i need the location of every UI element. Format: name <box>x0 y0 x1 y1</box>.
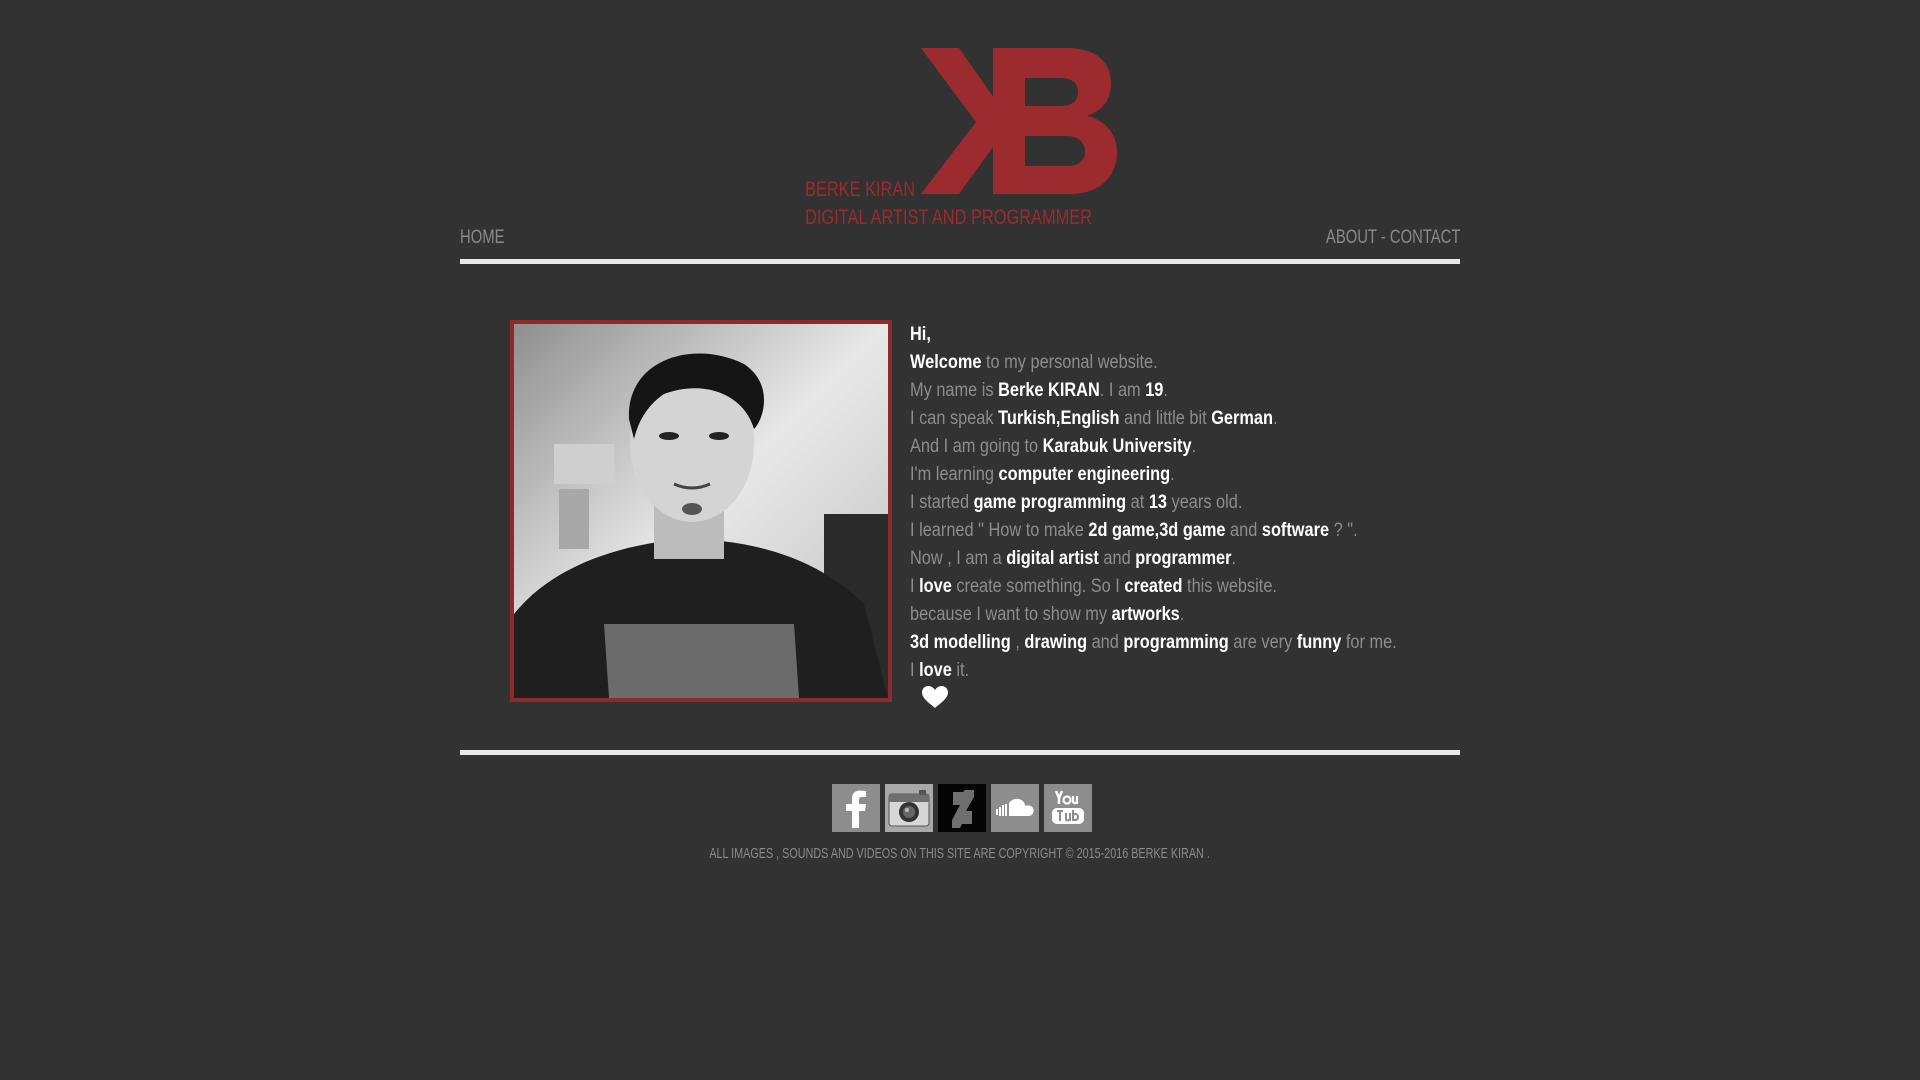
nav-home-link[interactable]: HOME <box>460 227 504 249</box>
bio-line: Hi, <box>910 324 931 345</box>
bio-text: Hi, Welcome to my personal website. My n… <box>910 321 1397 685</box>
bio-line: Now , I am a digital artist and programm… <box>910 548 1237 569</box>
top-divider <box>460 259 1460 264</box>
profile-photo <box>510 320 892 702</box>
nav-right: ABOUT - CONTACT <box>1326 227 1460 249</box>
soundcloud-icon[interactable] <box>991 784 1039 832</box>
bio-line: I love it. <box>910 660 970 681</box>
heart-icon <box>922 686 948 708</box>
nav-separator: - <box>1380 227 1386 248</box>
instagram-icon[interactable] <box>885 784 933 832</box>
deviantart-icon[interactable] <box>938 784 986 832</box>
kb-logo[interactable] <box>921 48 1117 194</box>
bio-line: I started game programming at 13 years o… <box>910 492 1243 513</box>
bio-line: I'm learning computer engineering. <box>910 464 1175 485</box>
page: BERKE KIRAN DIGITAL ARTIST AND PROGRAMME… <box>0 0 1920 1080</box>
brand-name: BERKE KIRAN <box>805 178 916 201</box>
brand-tagline: DIGITAL ARTIST AND PROGRAMMER <box>805 206 1093 229</box>
nav-contact-link[interactable]: CONTACT <box>1389 227 1460 248</box>
bio-line: My name is Berke KIRAN. I am 19. <box>910 380 1168 401</box>
bio-line: I can speak Turkish,English and little b… <box>910 408 1278 429</box>
brand-text: BERKE KIRAN DIGITAL ARTIST AND PROGRAMME… <box>805 176 1092 232</box>
copyright-text: ALL IMAGES , SOUNDS AND VIDEOS ON THIS S… <box>709 845 1211 862</box>
bio-line: I learned " How to make 2d game,3d game … <box>910 520 1358 541</box>
bio-line: I love create something. So I created th… <box>910 576 1277 597</box>
youtube-icon[interactable] <box>1044 784 1092 832</box>
social-links <box>832 784 1092 832</box>
bio-line: because I want to show my artworks. <box>910 604 1185 625</box>
bio-line: 3d modelling , drawing and programming a… <box>910 632 1397 653</box>
bio-line: Welcome to my personal website. <box>910 352 1158 373</box>
bottom-divider <box>460 750 1460 755</box>
bio-line: And I am going to Karabuk University. <box>910 436 1197 457</box>
facebook-icon[interactable] <box>832 784 880 832</box>
nav-about-link[interactable]: ABOUT <box>1326 227 1377 248</box>
